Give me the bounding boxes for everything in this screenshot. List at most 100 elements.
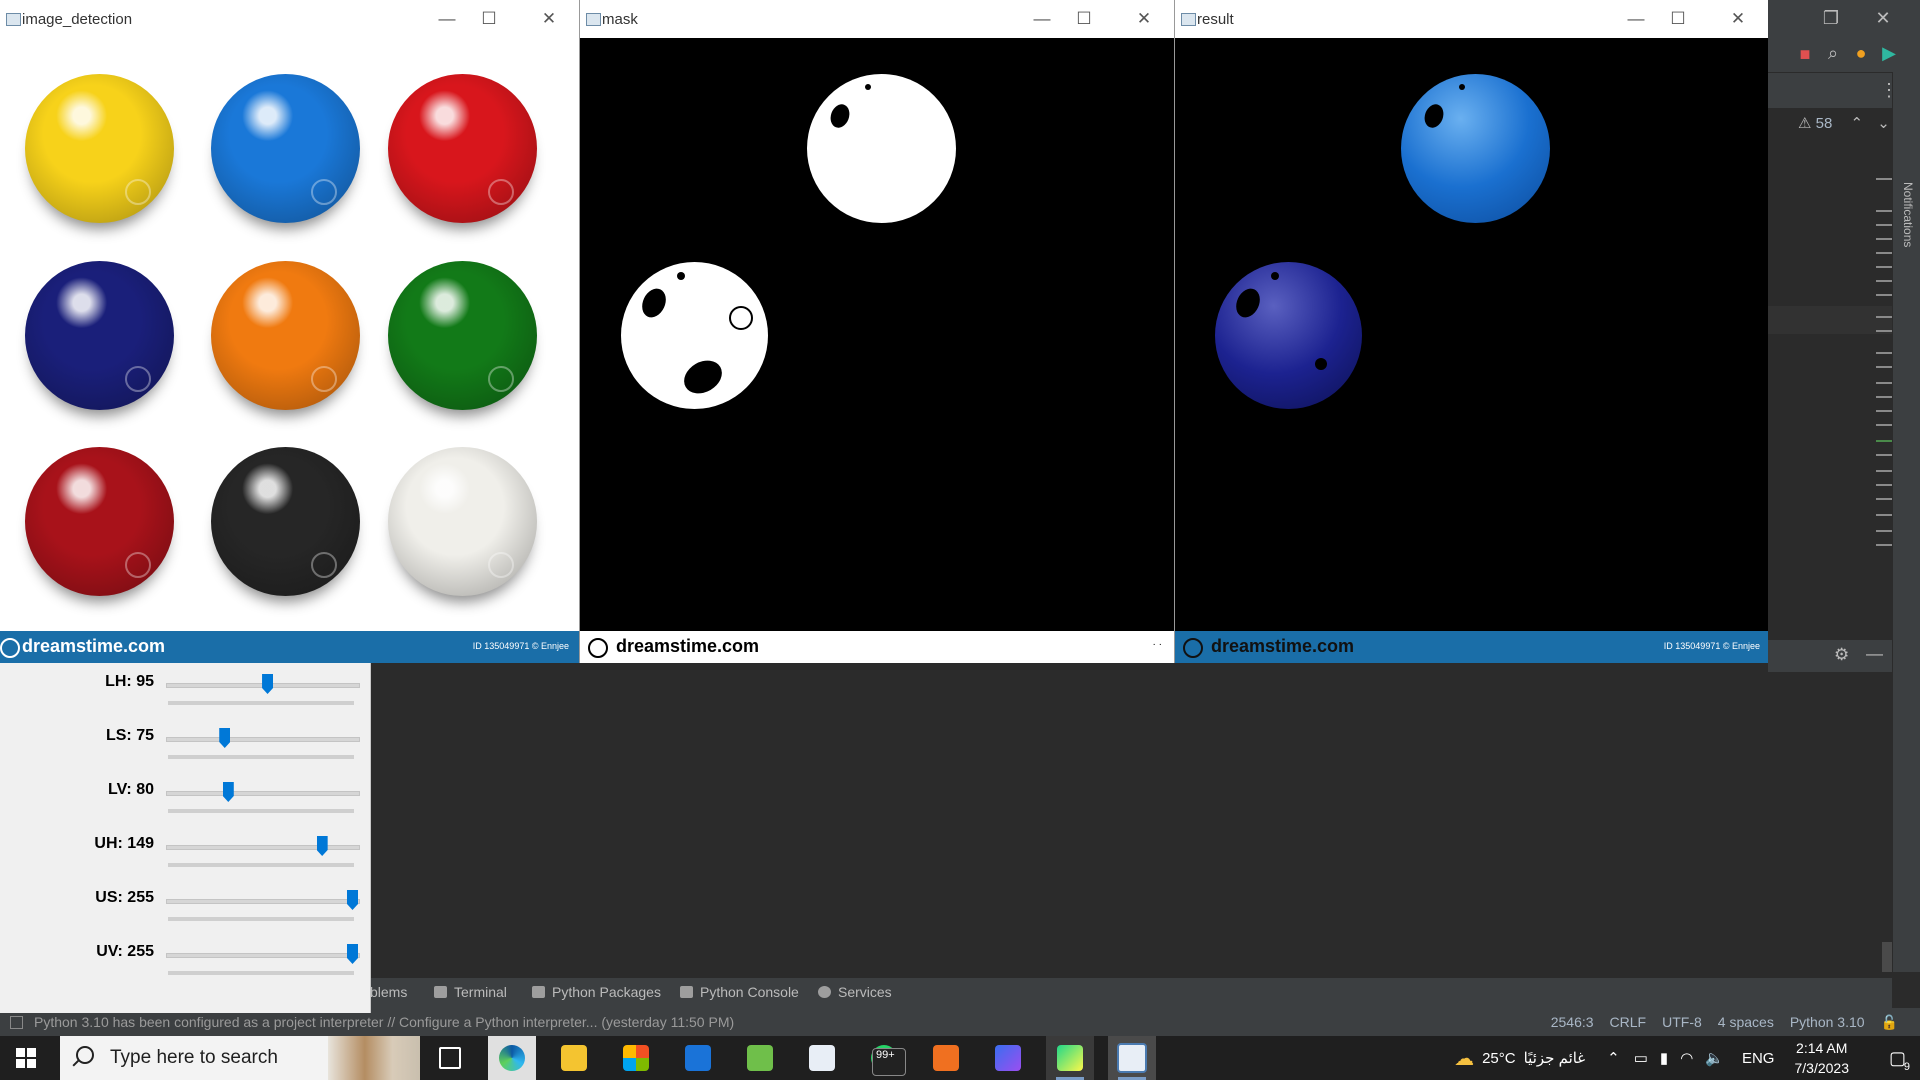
ide-close-icon[interactable]: ✕ <box>1872 8 1894 28</box>
mail-icon[interactable] <box>674 1036 722 1080</box>
minimize-button[interactable]: — <box>1022 6 1062 32</box>
html-editor-icon[interactable] <box>922 1036 970 1080</box>
minimize-button[interactable]: — <box>1616 6 1656 32</box>
restore-icon[interactable]: ❐ <box>1820 8 1842 28</box>
window-titlebar[interactable]: result — ☐ ✕ <box>1175 0 1768 38</box>
python-window-icon[interactable] <box>1108 1036 1156 1080</box>
input-language[interactable]: ENG <box>1742 1050 1775 1067</box>
trackbar-thumb[interactable] <box>262 674 274 694</box>
ball-white <box>388 447 537 596</box>
hide-panel-icon[interactable]: — <box>1866 644 1883 664</box>
trackbar-track[interactable] <box>166 791 360 796</box>
window-app-icon <box>1181 13 1196 26</box>
trackbar-thumb[interactable] <box>347 944 358 964</box>
window-app-icon <box>6 13 21 26</box>
taskbar-search[interactable]: Type here to search <box>60 1036 420 1080</box>
result-navy-ball <box>1215 262 1362 409</box>
maximize-button[interactable]: ☐ <box>1064 6 1104 32</box>
weather-icon[interactable]: ☁ <box>1454 1046 1474 1071</box>
stop-icon[interactable]: ■ <box>1794 44 1816 64</box>
warnings-indicator[interactable]: ⚠ 58 ⌃ ⌄ <box>1798 114 1890 132</box>
system-clock[interactable]: 2:14 AM 7/3/2023 <box>1794 1038 1849 1078</box>
image-detection-window[interactable]: image_detection — ☐ ✕ dreamstime.com ID … <box>0 0 580 663</box>
window-titlebar[interactable]: mask — ☐ ✕ <box>580 0 1174 38</box>
maximize-button[interactable]: ☐ <box>469 6 509 32</box>
pycharm-icon[interactable] <box>1046 1036 1094 1080</box>
trackbar-track[interactable] <box>166 845 360 850</box>
show-hidden-icons-icon[interactable]: ⌃ <box>1607 1049 1620 1067</box>
search-icon[interactable]: ⌕ <box>1822 43 1844 63</box>
cursor-position[interactable]: 2546:3 <box>1551 1014 1594 1031</box>
close-button[interactable]: ✕ <box>1124 6 1164 32</box>
weather-temperature[interactable]: 25°C <box>1482 1050 1516 1067</box>
watermark-icon <box>311 366 337 392</box>
trackbar-label: UV: 255 <box>96 943 154 960</box>
packages-icon <box>532 986 545 998</box>
trackbar-ticks <box>168 917 354 921</box>
minimize-button[interactable]: — <box>427 6 467 32</box>
window-title: result <box>1197 11 1234 28</box>
line-separator[interactable]: CRLF <box>1610 1014 1647 1031</box>
windows-start-icon[interactable] <box>16 1048 36 1068</box>
notifications-tab[interactable]: Notifications <box>1901 182 1915 247</box>
tab-services[interactable]: Services <box>818 984 892 1000</box>
lock-icon[interactable]: 🔓 <box>1881 1014 1898 1031</box>
trackbar-thumb[interactable] <box>316 836 328 856</box>
run-console[interactable] <box>370 672 1892 978</box>
file-explorer-icon[interactable] <box>550 1036 598 1080</box>
tab-python-packages[interactable]: Python Packages <box>532 984 661 1000</box>
interpreter[interactable]: Python 3.10 <box>1790 1014 1865 1031</box>
trackbar-row: US: 255 <box>0 885 370 939</box>
tab-problems[interactable]: blems <box>370 984 407 1000</box>
image-footer: dreamstime.com ID 135049971 © Ennjee <box>0 631 579 663</box>
gear-icon[interactable]: ⚙ <box>1834 645 1849 665</box>
tab-terminal-label: Terminal <box>454 984 507 1000</box>
result-window[interactable]: result — ☐ ✕ dreamstime.com ID 135049971… <box>1175 0 1768 663</box>
microsoft-store-icon[interactable] <box>612 1036 660 1080</box>
meet-now-icon[interactable]: ▭ <box>1634 1049 1648 1067</box>
ball-yellow <box>25 74 174 223</box>
status-panel-icon[interactable] <box>10 1016 23 1029</box>
edge-browser-icon[interactable] <box>488 1036 536 1080</box>
chevron-up-icon[interactable]: ⌃ <box>1850 115 1863 132</box>
bing-chat-icon[interactable] <box>984 1036 1032 1080</box>
ball-black <box>211 447 360 596</box>
indent-setting[interactable]: 4 spaces <box>1718 1014 1774 1031</box>
weather-description[interactable]: غائم جزئيًا <box>1524 1049 1586 1067</box>
trackbar-label: US: 255 <box>95 889 154 906</box>
close-button[interactable]: ✕ <box>1718 6 1758 32</box>
trackbar-thumb[interactable] <box>222 782 234 802</box>
mask-window[interactable]: mask — ☐ ✕ dreamstime.com · · <box>580 0 1175 663</box>
mask-image <box>580 38 1174 631</box>
trackbar-ticks <box>168 971 354 975</box>
status-message[interactable]: Python 3.10 has been configured as a pro… <box>34 1014 734 1030</box>
maximize-button[interactable]: ☐ <box>1658 6 1698 32</box>
trackbar-track[interactable] <box>166 899 360 904</box>
trackbar-thumb[interactable] <box>347 890 358 910</box>
file-encoding[interactable]: UTF-8 <box>1662 1014 1702 1031</box>
volume-icon[interactable]: 🔈 <box>1705 1049 1724 1067</box>
task-view-icon[interactable] <box>426 1036 474 1080</box>
console-scrollbar[interactable] <box>1882 942 1892 972</box>
notepad-icon[interactable] <box>798 1036 846 1080</box>
trackbar-row: LS: 75 <box>0 723 370 777</box>
notification-center-icon[interactable]: ▢ 9 <box>1889 1048 1910 1073</box>
tab-python-console[interactable]: Python Console <box>680 984 799 1000</box>
wifi-icon[interactable]: ◠ <box>1680 1049 1693 1067</box>
battery-icon[interactable]: ▮ <box>1660 1049 1668 1067</box>
services-icon <box>818 986 831 998</box>
footer-brand: dreamstime.com <box>1211 636 1355 656</box>
tab-terminal[interactable]: Terminal <box>434 984 507 1000</box>
trackbar-ticks <box>168 701 354 705</box>
trackbar-label: LH: 95 <box>105 673 154 690</box>
update-icon[interactable]: ● <box>1850 43 1872 63</box>
whatsapp-icon[interactable]: 99+ <box>860 1036 908 1080</box>
trackbar-track[interactable] <box>166 953 360 958</box>
trackbar-thumb[interactable] <box>219 728 231 748</box>
chevron-down-icon[interactable]: ⌄ <box>1877 115 1890 132</box>
close-button[interactable]: ✕ <box>529 6 569 32</box>
plugin-icon[interactable]: ▶ <box>1878 43 1900 63</box>
paint-icon[interactable] <box>736 1036 784 1080</box>
window-titlebar[interactable]: image_detection — ☐ ✕ <box>0 0 579 38</box>
trackbar-track[interactable] <box>166 737 360 742</box>
